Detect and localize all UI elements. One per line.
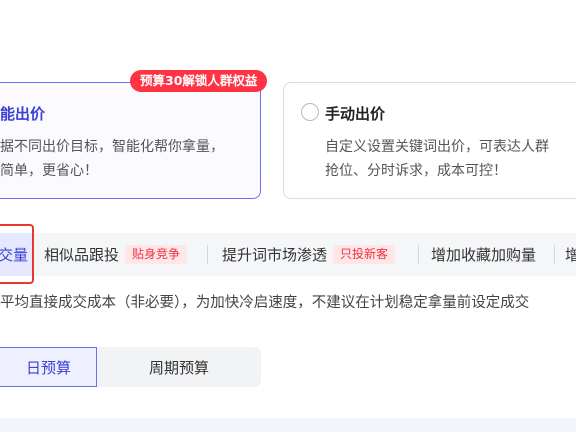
daily-budget-option[interactable]: 日预算 — [0, 347, 97, 387]
manual-bid-description: 自定义设置关键词出价，可表达人群 抢位、分时诉求，成本可控！ — [325, 135, 549, 183]
tab-market-penetration[interactable]: 提升词市场渗透 只投新客 — [208, 233, 419, 276]
tab-tag-badge: 贴身竞争 — [125, 245, 188, 264]
tab-label: 增加收藏加购量 — [431, 246, 537, 264]
manual-bid-desc-line-1: 自定义设置关键词出价，可表达人群 — [325, 139, 549, 155]
goal-tabs: 交量 相似品跟投 贴身竞争 提升词市场渗透 只投新客 增加收藏加购量 增 — [0, 233, 576, 276]
smart-bid-card[interactable]: 能出价 据不同出价目标，智能化帮你拿量， 简单，更省心！ — [0, 82, 261, 199]
selected-tab-highlight — [0, 224, 34, 284]
tab-favorites-cart[interactable]: 增加收藏加购量 — [419, 233, 555, 276]
smart-bid-title: 能出价 — [0, 105, 46, 123]
smart-bid-desc-line-1: 据不同出价目标，智能化帮你拿量， — [0, 139, 224, 155]
manual-bid-title: 手动出价 — [325, 105, 386, 123]
manual-bid-radio[interactable] — [301, 103, 319, 121]
manual-bid-desc-line-2: 抢位、分时诉求，成本可控！ — [325, 163, 507, 179]
tab-tag-badge: 只投新客 — [333, 245, 396, 264]
tab-label: 相似品跟投 — [44, 246, 120, 264]
tab-label: 提升词市场渗透 — [222, 246, 328, 264]
manual-bid-card[interactable]: 手动出价 自定义设置关键词出价，可表达人群 抢位、分时诉求，成本可控！ — [283, 82, 576, 199]
cycle-budget-option[interactable]: 周期预算 — [97, 347, 261, 387]
tab-more[interactable]: 增 — [555, 233, 576, 276]
bottom-panel — [0, 418, 576, 432]
smart-bid-description: 据不同出价目标，智能化帮你拿量， 简单，更省心！ — [0, 135, 224, 183]
tab-similar-product[interactable]: 相似品跟投 贴身竞争 — [34, 233, 208, 276]
tab-label: 增 — [565, 246, 576, 264]
budget-type-toggle: 日预算 周期预算 — [0, 347, 261, 387]
promo-badge: 预算30解锁人群权益 — [130, 70, 268, 92]
cost-hint-text: 平均直接成交成本（非必要），为加快冷启速度，不建议在计划稳定拿量前设定成交 — [0, 295, 530, 311]
smart-bid-desc-line-2: 简单，更省心！ — [0, 163, 98, 179]
